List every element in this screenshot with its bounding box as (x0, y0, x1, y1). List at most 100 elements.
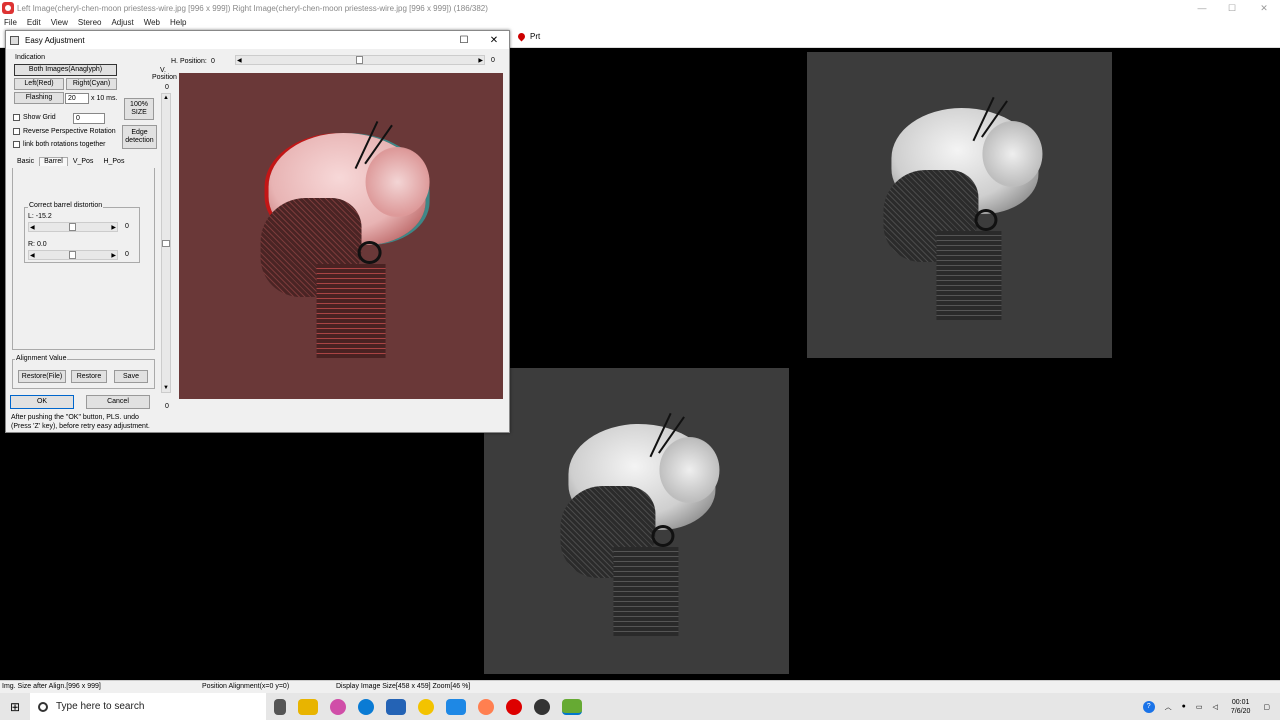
link-rotations-checkbox[interactable] (13, 141, 20, 148)
minimize-button[interactable]: — (1186, 0, 1218, 16)
sticky-notes-icon[interactable] (418, 698, 434, 715)
save-button[interactable]: Save (114, 370, 148, 383)
slider-thumb[interactable] (69, 251, 76, 259)
neck-shape (936, 231, 1002, 320)
size-100-button[interactable]: 100% SIZE (124, 98, 154, 120)
microphone-icon[interactable]: ● (1182, 703, 1186, 710)
menu-file[interactable]: File (4, 18, 17, 27)
battery-icon[interactable]: ▭ (1196, 703, 1203, 711)
menu-view[interactable]: View (51, 18, 68, 27)
dialog-icon (10, 35, 19, 45)
chevron-up-icon[interactable]: ︿ (1165, 702, 1172, 712)
dialog-maximize-button[interactable]: ☐ (452, 31, 476, 49)
scroll-right-icon[interactable]: ▶ (111, 224, 116, 231)
dialog-title: Easy Adjustment (25, 35, 85, 45)
menu-stereo[interactable]: Stereo (78, 18, 102, 27)
v-scroll-value: 0 (165, 403, 169, 410)
help-icon[interactable]: ? (1142, 700, 1155, 713)
close-button[interactable]: ✕ (1248, 0, 1280, 16)
file-explorer-icon[interactable] (298, 698, 318, 715)
v-position-value: 0 (165, 84, 169, 91)
window-titlebar: Left Image(cheryl-chen-moon priestess-wi… (0, 0, 1280, 16)
scroll-left-icon[interactable]: ◀ (30, 252, 35, 259)
alignment-label: Alignment Value (15, 355, 68, 362)
itunes-icon[interactable] (330, 698, 346, 715)
stereo-photo-maker-icon[interactable] (562, 698, 582, 715)
tab-basic[interactable]: Basic (12, 157, 39, 166)
ok-button[interactable]: OK (10, 395, 74, 409)
h-position-label: H. Position: (171, 58, 207, 65)
right-cyan-button[interactable]: Right(Cyan) (66, 78, 117, 90)
note-line-2: (Press 'Z' key), before retry easy adjus… (11, 423, 150, 430)
menu-help[interactable]: Help (170, 18, 186, 27)
easy-adjustment-dialog: Easy Adjustment ☐ ✕ Indication Both Imag… (5, 30, 510, 433)
right-image (484, 368, 789, 674)
scroll-thumb[interactable] (162, 240, 170, 247)
search-icon (38, 701, 48, 712)
menu-edit[interactable]: Edit (27, 18, 41, 27)
anaglyph-preview[interactable] (179, 73, 503, 399)
dialog-titlebar: Easy Adjustment ☐ ✕ (6, 31, 509, 49)
photos-icon[interactable] (478, 698, 494, 715)
edge-detection-button[interactable]: Edge detection (122, 125, 157, 149)
h-scroll-value: 0 (491, 57, 495, 64)
restore-button[interactable]: Restore (71, 370, 107, 383)
v-position-label: V. Position (152, 67, 177, 81)
calculator-icon[interactable] (386, 698, 406, 715)
link-rotations-label: link both rotations together (23, 141, 106, 148)
bun-shape (982, 121, 1043, 188)
v-position-scrollbar[interactable]: ▲ ▼ (161, 93, 171, 393)
barrel-group-label: Correct barrel distortion (28, 202, 104, 209)
scroll-left-icon[interactable]: ◀ (237, 57, 242, 64)
show-grid-checkbox[interactable] (13, 114, 20, 121)
scroll-right-icon[interactable]: ▶ (111, 252, 116, 259)
menu-web[interactable]: Web (144, 18, 160, 27)
dialog-close-button[interactable]: ✕ (482, 31, 506, 49)
print-button[interactable]: Prt (516, 31, 540, 42)
l-distortion-label: L: -15.2 (28, 213, 52, 220)
notification-icon[interactable]: ▢ (1263, 703, 1270, 711)
both-images-button[interactable]: Both Images(Anaglyph) (14, 64, 117, 76)
tab-h-pos[interactable]: H_Pos (98, 157, 129, 166)
earring-shape (974, 209, 998, 232)
scroll-up-icon[interactable]: ▲ (163, 95, 169, 101)
left-red-button[interactable]: Left(Red) (14, 78, 64, 90)
scroll-right-icon[interactable]: ▶ (478, 57, 483, 64)
maximize-button[interactable]: ☐ (1216, 0, 1248, 16)
h-position-scrollbar[interactable]: ◀ ▶ (235, 55, 485, 65)
flashing-button[interactable]: Flashing (14, 92, 64, 104)
grid-value-input[interactable]: 0 (73, 113, 105, 124)
menu-adjust[interactable]: Adjust (111, 18, 133, 27)
system-tray: ? ︿ ● ▭ ◁ 00:01 7/6/20 ▢ (1138, 693, 1280, 720)
taskbar-search[interactable]: Type here to search (30, 693, 266, 720)
l-distortion-slider[interactable]: ◀ ▶ (28, 222, 118, 232)
volume-icon[interactable]: ◁ (1213, 703, 1218, 711)
r-distortion-value: 0 (125, 251, 129, 258)
menu-bar: File Edit View Stereo Adjust Web Help (0, 16, 1280, 28)
h-position-value: 0 (211, 58, 215, 65)
mail-icon[interactable] (446, 698, 466, 715)
bun-shape (365, 146, 430, 218)
flashing-interval-input[interactable]: 20 (65, 93, 89, 104)
task-view-icon[interactable] (274, 698, 286, 715)
pinned-apps (268, 693, 588, 720)
r-distortion-slider[interactable]: ◀ ▶ (28, 250, 118, 260)
clock-time: 00:01 (1231, 698, 1250, 706)
scroll-thumb[interactable] (356, 56, 363, 64)
slider-thumb[interactable] (69, 223, 76, 231)
clock[interactable]: 00:01 7/6/20 (1231, 698, 1250, 716)
tab-v-pos[interactable]: V_Pos (68, 157, 99, 166)
restore-file-button[interactable]: Restore(File) (18, 370, 66, 383)
show-grid-label: Show Grid (23, 114, 56, 121)
tab-barrel[interactable]: Barrel (39, 157, 68, 166)
reverse-rotation-checkbox[interactable] (13, 128, 20, 135)
windows-start-icon[interactable]: ⊞ (0, 693, 30, 720)
cancel-button[interactable]: Cancel (86, 395, 150, 409)
scroll-left-icon[interactable]: ◀ (30, 224, 35, 231)
opera-icon[interactable] (506, 698, 522, 715)
scroll-down-icon[interactable]: ▼ (163, 385, 169, 391)
neck-shape (316, 264, 386, 359)
edge-icon[interactable] (358, 698, 374, 715)
obs-icon[interactable] (534, 698, 550, 715)
pin-icon (516, 31, 527, 42)
